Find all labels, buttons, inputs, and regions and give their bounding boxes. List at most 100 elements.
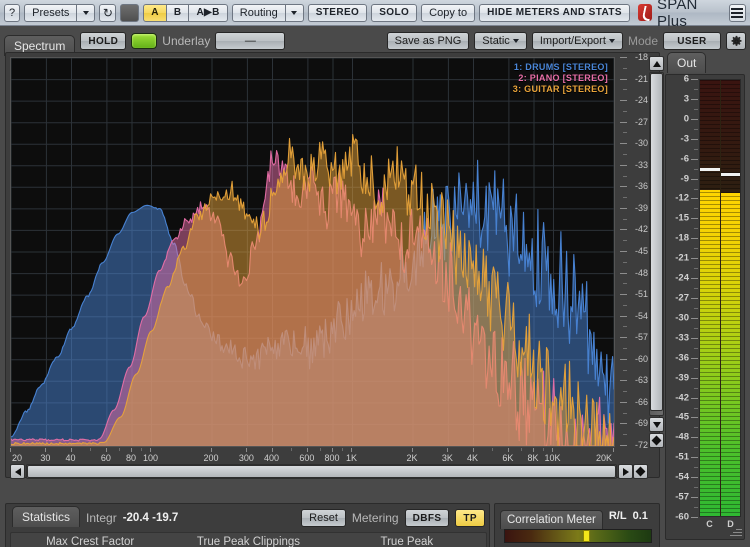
presets-dropdown-button[interactable]: [77, 3, 96, 22]
hamburger-menu-icon[interactable]: [728, 3, 747, 22]
freq-tick: [533, 448, 534, 452]
meter-tick: [691, 357, 698, 359]
meter-tick-label: -9: [680, 173, 689, 185]
reset-button[interactable]: Reset: [301, 509, 346, 527]
meter-tick: [691, 477, 698, 479]
static-select[interactable]: Static: [474, 32, 527, 50]
horizontal-reset-button[interactable]: [633, 464, 648, 479]
freq-tick-minor: [290, 448, 292, 451]
output-meter-box: 6 3 0 -3 -6 -9 -12 -15 -18 -21 -24 -27 -30 -33 -36 -39 -…: [665, 74, 745, 540]
undo-button[interactable]: ↻: [99, 3, 117, 22]
db-tick: [620, 294, 627, 296]
ab-compare-group: A B A▶B: [143, 3, 228, 22]
legend-item-2: 2: PIANO [STEREO]: [518, 73, 608, 83]
stat-title: Max Crest Factor: [46, 536, 135, 547]
db-tick-label: -30: [634, 138, 648, 149]
freq-tick-minor: [543, 448, 545, 451]
tab-statistics[interactable]: Statistics: [12, 505, 81, 527]
freq-tick-label: 20: [11, 453, 23, 463]
meter-tick-label: -3: [680, 133, 689, 145]
import-export-select[interactable]: Import/Export: [531, 32, 623, 50]
freq-tick-minor: [89, 448, 91, 451]
presets-button[interactable]: Presets: [24, 3, 78, 22]
stereo-button[interactable]: STEREO: [307, 3, 368, 22]
tab-correlation-meter[interactable]: Correlation Meter: [500, 509, 603, 529]
decibel-axis: -18 -21 -24 -27 -30 -33 -36 -39 -42 -45 -48 -51 -54 -…: [617, 52, 649, 450]
scroll-left-button[interactable]: [10, 464, 25, 479]
statistics-columns: Max Crest Factor 4.8 4.3 True Peak Clipp…: [10, 532, 487, 547]
db-tick-label: -33: [634, 159, 648, 170]
freq-tick-minor: [491, 448, 493, 451]
copy-to-button[interactable]: Copy to: [421, 3, 476, 22]
routing-button[interactable]: Routing: [231, 3, 286, 22]
freq-tick-label: 2K: [406, 453, 418, 463]
meter-tick-minor: [694, 248, 698, 250]
correlation-meter-panel: Correlation Meter R/L 0.1 -1.00-0.500.00…: [494, 503, 660, 547]
scroll-up-button[interactable]: [649, 56, 664, 71]
vertical-scrollbar[interactable]: [649, 56, 665, 448]
vertical-scroll-thumb[interactable]: [650, 73, 663, 411]
db-tick-label: -72: [634, 440, 648, 450]
tab-out[interactable]: Out: [667, 52, 707, 73]
vertical-scroll-track[interactable]: [649, 72, 664, 416]
db-tick-minor: [623, 197, 627, 199]
vertical-reset-button[interactable]: [649, 433, 664, 448]
correlation-value: 0.1: [632, 510, 648, 522]
mode-user-button[interactable]: USER: [663, 32, 721, 50]
dbfs-button[interactable]: DBFS: [404, 509, 450, 527]
underlay-select[interactable]: —: [215, 32, 286, 50]
meter-tick-label: -42: [675, 392, 689, 404]
help-button[interactable]: ?: [4, 3, 21, 22]
db-tick-minor: [623, 434, 627, 436]
horizontal-scrollbar[interactable]: [10, 464, 648, 479]
meter-tick: [691, 517, 698, 518]
ab-a-button[interactable]: A: [143, 3, 167, 22]
meter-tick-label: -51: [675, 451, 689, 463]
solo-button[interactable]: SOLO: [371, 3, 418, 22]
horizontal-scroll-thumb[interactable]: [27, 465, 616, 478]
ab-copy-button[interactable]: A▶B: [189, 3, 228, 22]
gear-icon[interactable]: [726, 32, 746, 50]
ab-b-button[interactable]: B: [166, 3, 190, 22]
db-tick-minor: [623, 261, 627, 263]
hold-button[interactable]: HOLD: [80, 32, 127, 50]
meter-tick: [691, 218, 698, 220]
meter-tick-minor: [694, 367, 698, 369]
db-tick-minor: [623, 412, 627, 414]
meter-tick: [691, 238, 698, 240]
triangle-left-icon: [14, 467, 21, 476]
hold-led[interactable]: [131, 33, 158, 49]
meter-tick: [691, 79, 698, 80]
db-tick: [620, 57, 627, 58]
correlation-mode-label[interactable]: R/L: [609, 510, 627, 522]
spectrum-graph[interactable]: 1: DRUMS [STEREO] 2: PIANO [STEREO] 3: G…: [10, 57, 615, 447]
integr-values: -20.4 -19.7: [122, 512, 179, 524]
db-tick-minor: [623, 67, 627, 69]
spectrum-display: 1: DRUMS [STEREO] 2: PIANO [STEREO] 3: G…: [5, 52, 664, 479]
meter-tick: [691, 317, 698, 319]
freq-tick: [412, 448, 413, 452]
meter-tick-minor: [694, 387, 698, 389]
scroll-down-button[interactable]: [649, 417, 664, 432]
horizontal-scroll-track[interactable]: [26, 464, 617, 479]
meter-tick-label: -12: [675, 192, 689, 204]
meter-tick: [691, 337, 698, 339]
import-export-label: Import/Export: [539, 35, 606, 47]
scroll-right-button[interactable]: [618, 464, 633, 479]
meter-tick: [691, 138, 698, 140]
freq-tick-label: 300: [238, 453, 254, 463]
preset-slot-display[interactable]: [120, 3, 140, 22]
save-as-png-button[interactable]: Save as PNG: [386, 32, 470, 50]
meter-tick: [691, 298, 698, 299]
routing-dropdown-button[interactable]: [285, 3, 304, 22]
meter-tick-minor: [694, 288, 698, 290]
hide-meters-and-stats-button[interactable]: HIDE METERS AND STATS: [479, 3, 630, 22]
freq-tick: [447, 448, 449, 452]
resize-grip-icon[interactable]: [730, 525, 742, 537]
true-peak-button[interactable]: TP: [455, 509, 485, 527]
meter-tick-label: -60: [675, 511, 689, 523]
db-tick-minor: [623, 304, 627, 306]
db-tick: [620, 78, 627, 80]
diamond-icon: [651, 435, 662, 446]
meter-tick: [691, 278, 698, 280]
